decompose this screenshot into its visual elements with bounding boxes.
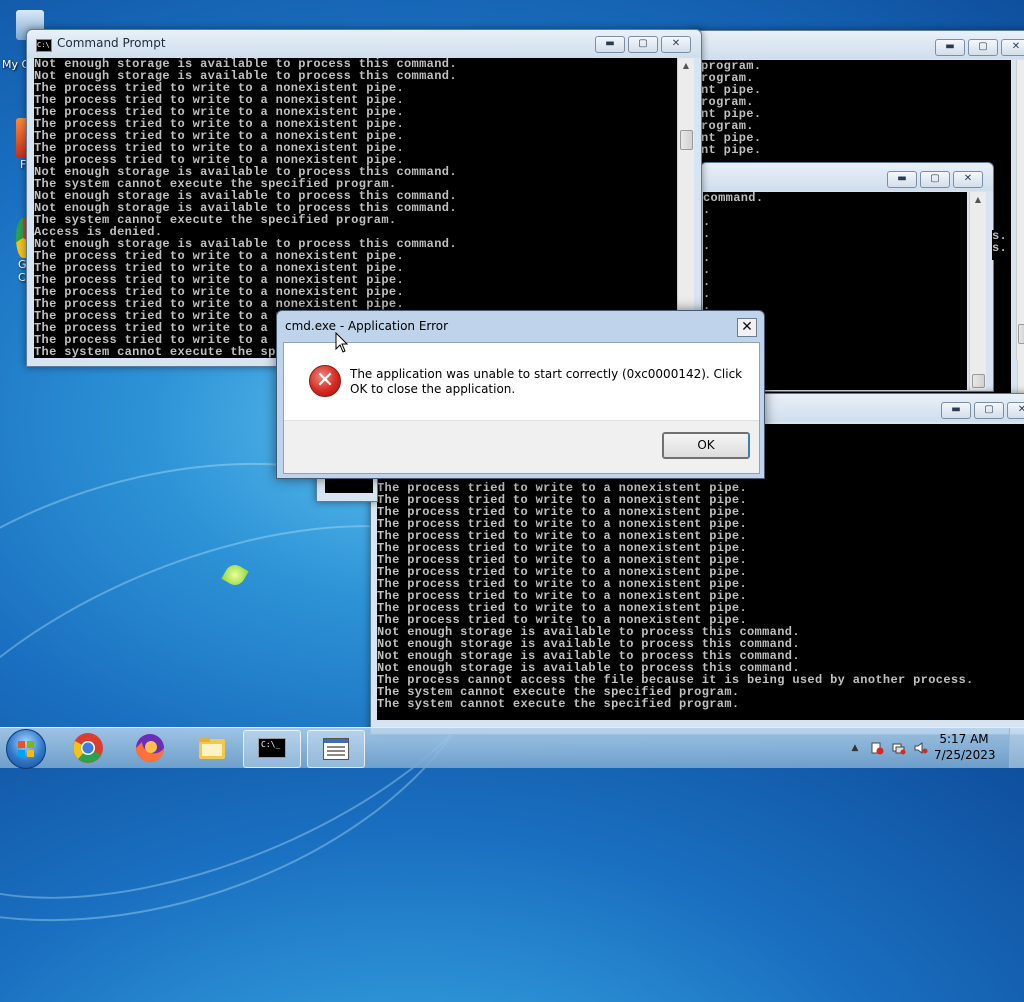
dialog-close-button[interactable]: ✕ bbox=[737, 318, 757, 337]
maximize-button[interactable]: ▢ bbox=[974, 402, 1004, 419]
show-hidden-icons-icon[interactable]: ▲ bbox=[848, 741, 862, 755]
scroll-thumb[interactable] bbox=[680, 130, 693, 150]
clock[interactable]: 5:17 AM 7/25/2023 bbox=[934, 731, 996, 763]
chrome-icon bbox=[73, 733, 103, 763]
console-line: . bbox=[703, 215, 711, 229]
scroll-thumb[interactable] bbox=[972, 374, 985, 388]
close-button[interactable]: ✕ bbox=[661, 36, 691, 53]
windows-logo-icon bbox=[18, 741, 34, 757]
close-button[interactable]: ✕ bbox=[1001, 39, 1024, 56]
taskbar: C:\_ ▲ 5:17 AM 7/25/2023 bbox=[0, 727, 1024, 769]
taskbar-chrome[interactable] bbox=[60, 730, 116, 766]
taskbar-app[interactable] bbox=[307, 730, 365, 768]
application-error-dialog[interactable]: cmd.exe - Application Error ✕ ✕ The appl… bbox=[276, 310, 765, 479]
show-desktop-button[interactable] bbox=[1009, 728, 1024, 768]
dialog-body: ✕ The application was unable to start co… bbox=[283, 342, 760, 474]
dialog-footer: OK bbox=[284, 420, 759, 473]
close-button[interactable]: ✕ bbox=[953, 171, 983, 188]
clock-time: 5:17 AM bbox=[939, 732, 989, 746]
window-title: Command Prompt bbox=[57, 36, 166, 50]
scroll-up-arrow[interactable]: ▲ bbox=[678, 58, 694, 74]
error-icon: ✕ bbox=[309, 365, 341, 397]
scrollbar[interactable] bbox=[1016, 60, 1024, 360]
maximize-button[interactable]: ▢ bbox=[628, 36, 658, 53]
console-line: nt pipe. bbox=[701, 143, 762, 157]
cmd-icon: C:\ bbox=[36, 39, 52, 52]
taskbar-explorer[interactable] bbox=[184, 730, 240, 766]
network-icon[interactable] bbox=[892, 741, 906, 755]
console-line: command. bbox=[703, 192, 764, 205]
maximize-button[interactable]: ▢ bbox=[968, 39, 998, 56]
cmd-icon: C:\_ bbox=[258, 738, 286, 758]
minimize-button[interactable]: ▬ bbox=[941, 402, 971, 419]
scrollbar[interactable]: ▲ bbox=[969, 192, 986, 390]
clock-date: 7/25/2023 bbox=[934, 748, 996, 762]
close-button[interactable]: ✕ bbox=[1007, 402, 1024, 419]
console-line: . bbox=[703, 203, 711, 217]
dialog-title: cmd.exe - Application Error bbox=[285, 319, 449, 333]
console-line: . bbox=[703, 287, 711, 301]
action-center-icon[interactable] bbox=[870, 741, 884, 755]
console-line: s. bbox=[992, 241, 1008, 255]
maximize-button[interactable]: ▢ bbox=[920, 171, 950, 188]
titlebar[interactable]: C:\ Command Prompt ▬ ▢ ✕ bbox=[27, 30, 701, 58]
error-message: The application was unable to start corr… bbox=[350, 367, 743, 396]
minimize-button[interactable]: ▬ bbox=[887, 171, 917, 188]
start-button[interactable] bbox=[6, 729, 46, 769]
console-line: . bbox=[703, 275, 711, 289]
console-line: The system cannot execute the specified … bbox=[377, 697, 740, 711]
scroll-up-arrow[interactable]: ▲ bbox=[970, 192, 986, 208]
mouse-cursor-icon bbox=[335, 332, 349, 353]
volume-icon[interactable] bbox=[914, 741, 928, 755]
titlebar[interactable]: ▬ ▢ ✕ bbox=[691, 31, 1024, 59]
ok-button[interactable]: OK bbox=[662, 432, 750, 459]
folder-icon bbox=[199, 737, 225, 759]
console-line: . bbox=[703, 263, 711, 277]
console-line: . bbox=[703, 251, 711, 265]
console-line: . bbox=[703, 239, 711, 253]
taskbar-cmd[interactable]: C:\_ bbox=[243, 730, 301, 768]
console-output-edge: s. s. bbox=[992, 230, 1008, 260]
firefox-icon bbox=[136, 734, 164, 762]
minimize-button[interactable]: ▬ bbox=[935, 39, 965, 56]
window-icon bbox=[323, 738, 349, 760]
minimize-button[interactable]: ▬ bbox=[595, 36, 625, 53]
console-line: . bbox=[703, 227, 711, 241]
taskbar-firefox[interactable] bbox=[122, 730, 178, 766]
titlebar[interactable]: ▬ ▢ ✕ bbox=[701, 163, 993, 191]
scroll-thumb[interactable] bbox=[1018, 324, 1024, 344]
